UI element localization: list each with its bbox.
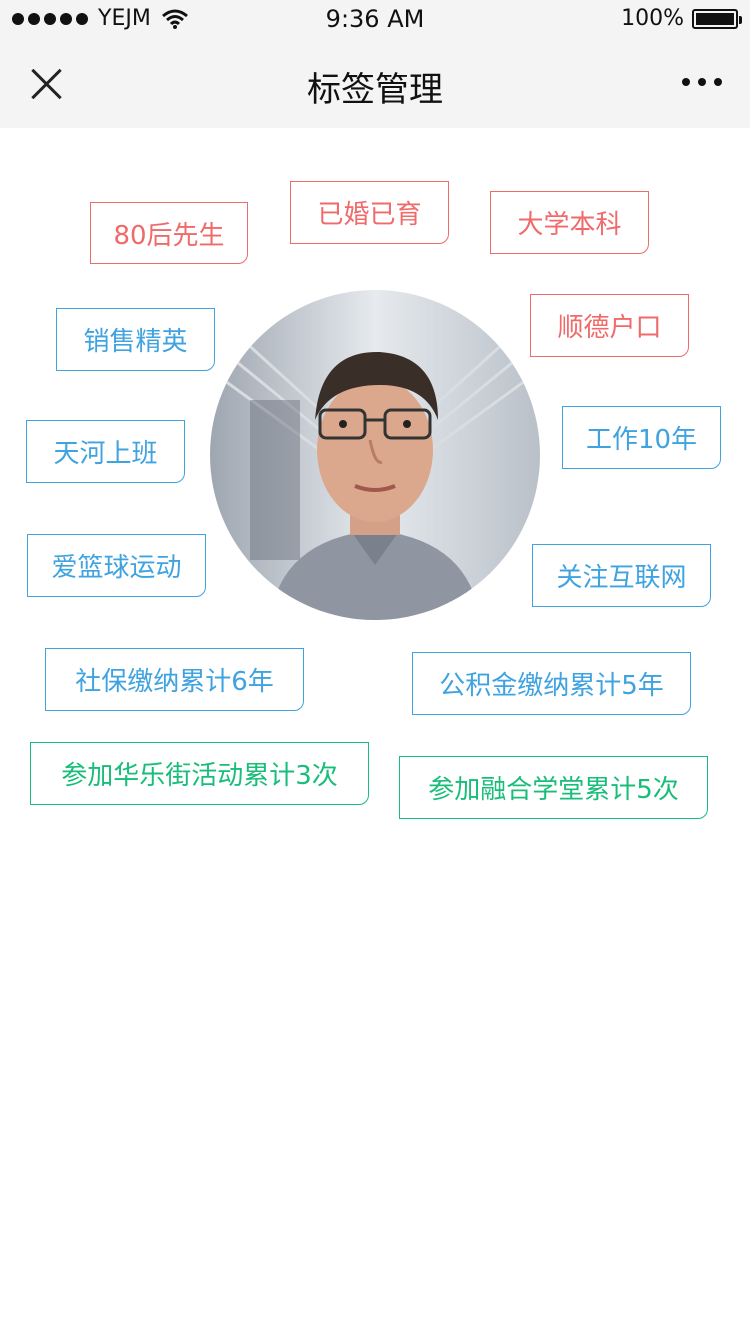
tag-item[interactable]: 公积金缴纳累计5年 bbox=[412, 652, 691, 715]
nav-bar: 标签管理 bbox=[0, 40, 750, 128]
status-right: 100% bbox=[621, 6, 742, 31]
tag-item[interactable]: 关注互联网 bbox=[532, 544, 711, 607]
tag-item[interactable]: 大学本科 bbox=[490, 191, 649, 254]
tag-item[interactable]: 工作10年 bbox=[562, 406, 721, 469]
battery-icon bbox=[692, 8, 742, 29]
avatar-photo bbox=[210, 290, 540, 620]
tag-item[interactable]: 参加融合学堂累计5次 bbox=[399, 756, 708, 819]
more-icon[interactable] bbox=[682, 78, 722, 86]
page-title: 标签管理 bbox=[307, 70, 443, 110]
tag-item[interactable]: 社保缴纳累计6年 bbox=[45, 648, 304, 711]
tag-item[interactable]: 参加华乐街活动累计3次 bbox=[30, 742, 369, 805]
tag-item[interactable]: 80后先生 bbox=[90, 202, 248, 264]
tag-item[interactable]: 天河上班 bbox=[26, 420, 185, 483]
tag-item[interactable]: 爱篮球运动 bbox=[27, 534, 206, 597]
tag-item[interactable]: 顺德户口 bbox=[530, 294, 689, 357]
avatar bbox=[210, 290, 540, 620]
tag-item[interactable]: 已婚已育 bbox=[290, 181, 449, 244]
status-bar: YEJM 9:36 AM 100% bbox=[0, 0, 750, 40]
tag-item[interactable]: 销售精英 bbox=[56, 308, 215, 371]
battery-percent: 100% bbox=[621, 6, 684, 31]
